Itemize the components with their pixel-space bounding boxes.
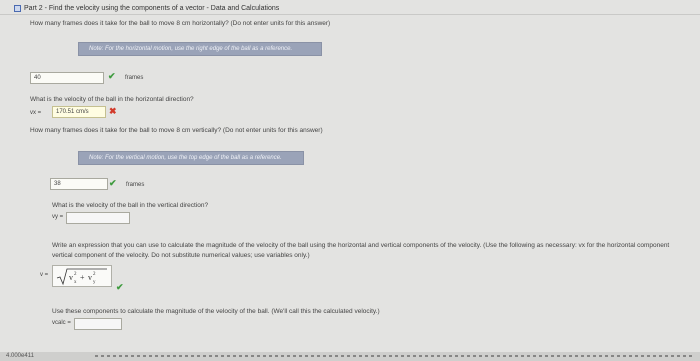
svg-text:v: v (88, 273, 92, 282)
question-frames-vertical: How many frames does it take for the bal… (30, 127, 323, 134)
question-velocity-vertical: What is the velocity of the ball in the … (52, 202, 209, 209)
question-expression-cont: vertical component of the velocity. Do n… (52, 252, 310, 259)
answer-frames-horizontal[interactable]: 40 (30, 72, 104, 84)
question-expression: Write an expression that you can use to … (52, 242, 670, 249)
vcalc-label: vcalc = (52, 320, 71, 326)
question-velocity-horizontal: What is the velocity of the ball in the … (30, 96, 194, 103)
divider (0, 14, 700, 15)
part-header: Part 2 - Find the velocity using the com… (14, 2, 279, 14)
footer-text: 4.000e411 (6, 353, 34, 359)
unit-frames: frames (126, 182, 145, 188)
formula-input[interactable]: v 2 x + v 2 y (52, 265, 112, 287)
cross-icon: ✖ (109, 106, 117, 116)
svg-text:x: x (74, 280, 77, 285)
answer-velocity-vertical[interactable] (66, 212, 130, 224)
check-icon: ✔ (109, 178, 117, 188)
answer-velocity-horizontal[interactable]: 170.51 cm/s (52, 106, 106, 118)
v-label: v = (40, 272, 49, 278)
note-horizontal: Note: For the horizontal motion, use the… (78, 42, 322, 56)
svg-text:+: + (80, 273, 85, 282)
svg-text:y: y (93, 280, 96, 285)
vy-label: vy = (52, 214, 64, 220)
answer-frames-vertical[interactable]: 38 (50, 178, 108, 190)
check-icon: ✔ (108, 71, 116, 81)
vx-label: vx = (30, 110, 42, 116)
question-calculated-velocity: Use these components to calculate the ma… (52, 308, 380, 315)
question-frames-horizontal: How many frames does it take for the bal… (30, 20, 331, 27)
footer-divider (95, 355, 695, 357)
check-icon: ✔ (116, 282, 124, 292)
answer-calculated-velocity[interactable] (74, 318, 122, 330)
svg-text:v: v (69, 273, 73, 282)
part-title: Part 2 - Find the velocity using the com… (24, 4, 280, 12)
sqrt-formula-icon: v 2 x + v 2 y (56, 268, 107, 286)
page: Part 2 - Find the velocity using the com… (0, 0, 700, 361)
svg-text:2: 2 (74, 272, 77, 277)
svg-text:2: 2 (93, 272, 96, 277)
checkbox-icon[interactable] (14, 4, 21, 12)
unit-frames: frames (125, 75, 144, 81)
note-vertical: Note: For the vertical motion, use the t… (78, 151, 304, 165)
